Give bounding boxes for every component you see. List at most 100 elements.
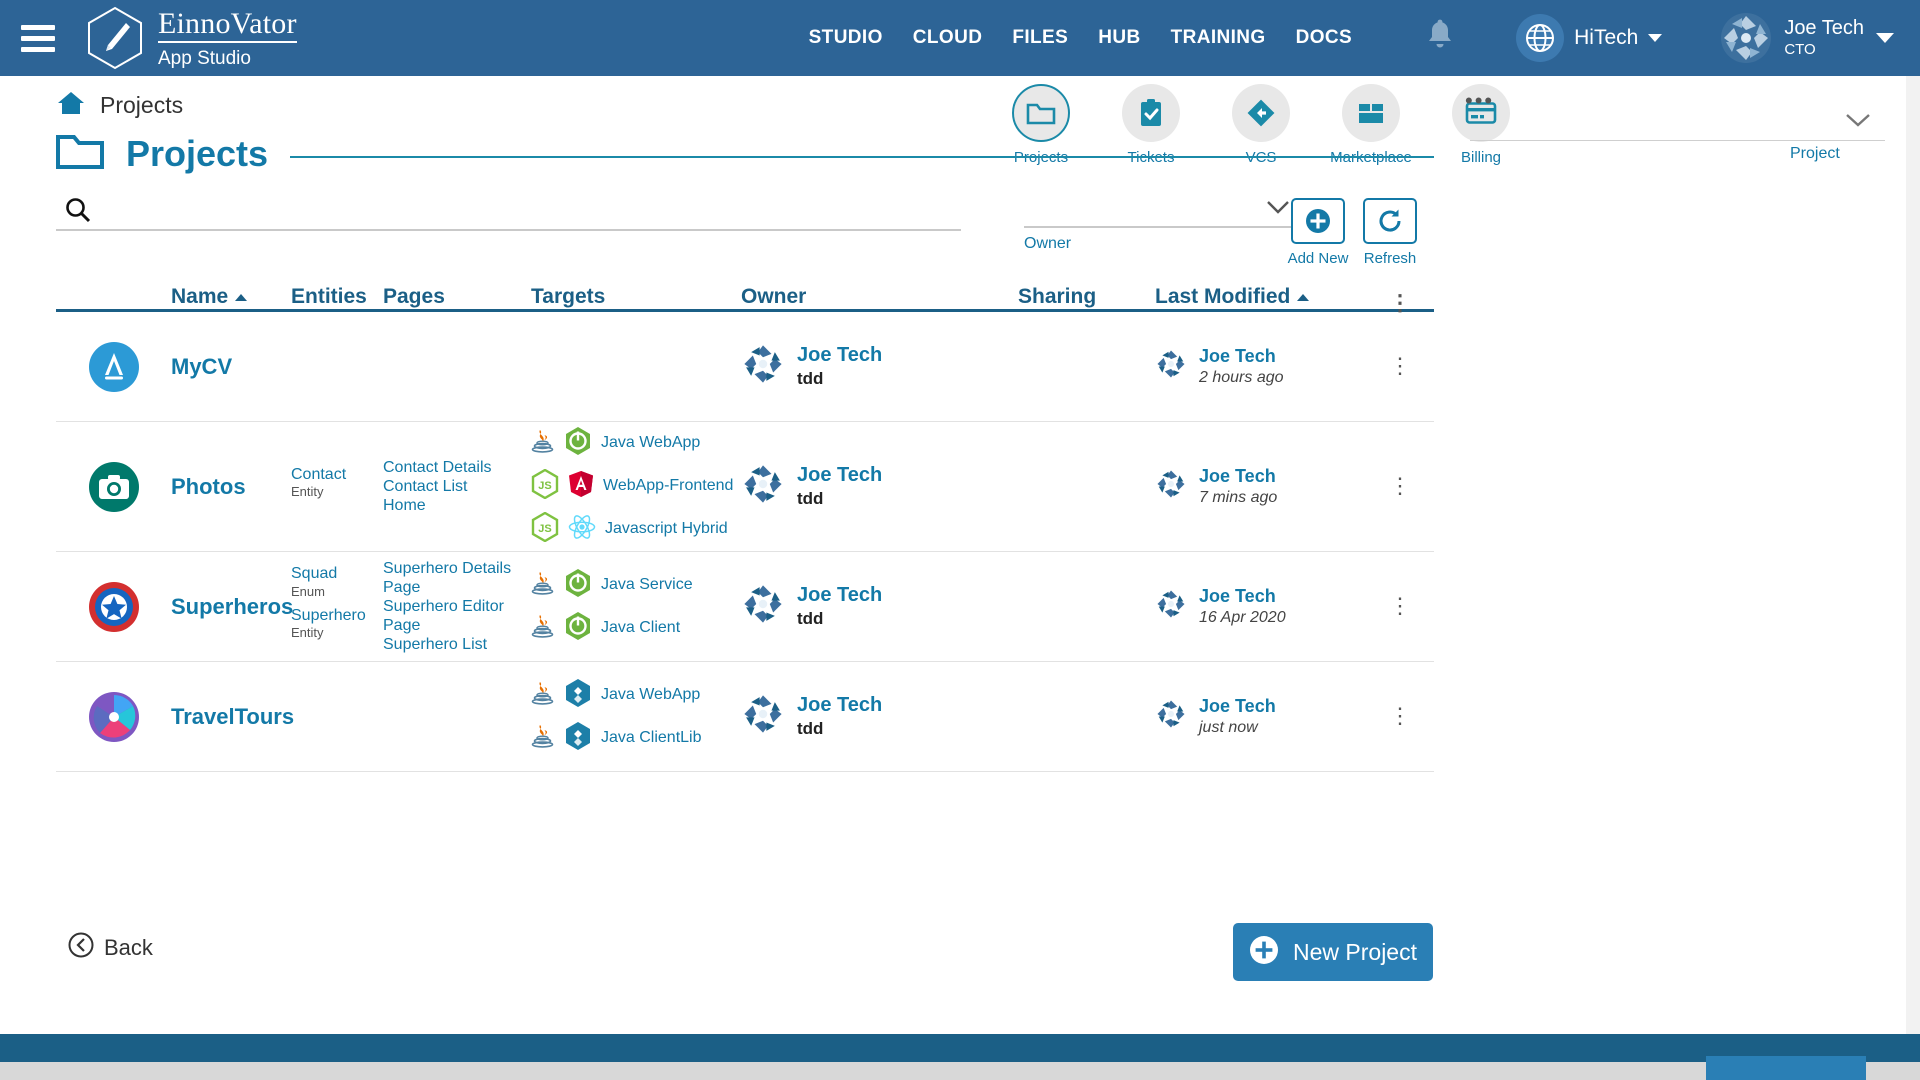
page-link[interactable]: Superhero Details Page: [383, 559, 531, 597]
travel-icon[interactable]: [56, 691, 171, 743]
page-link[interactable]: Contact List: [383, 477, 531, 496]
app-root: EinnoVator App Studio STUDIO CLOUD FILES…: [0, 0, 1920, 1080]
modified-by-name[interactable]: Joe Tech: [1199, 345, 1284, 368]
target-item[interactable]: Java ClientLib: [531, 721, 741, 756]
target-item[interactable]: Java WebApp: [531, 678, 741, 713]
tenant-selector[interactable]: HiTech: [1516, 14, 1663, 62]
refresh-button[interactable]: Refresh: [1362, 198, 1418, 267]
th-sharing[interactable]: Sharing: [1018, 285, 1155, 309]
kebab-icon[interactable]: ⋮: [1389, 595, 1411, 617]
shield-star-icon[interactable]: [56, 581, 171, 633]
owner-person[interactable]: Joe Tech tdd: [741, 692, 1018, 741]
target-label[interactable]: Java Service: [601, 576, 693, 594]
page-link[interactable]: Contact Details: [383, 458, 531, 477]
nav-cloud[interactable]: CLOUD: [913, 27, 983, 49]
right-panel-chevron-down-icon[interactable]: [1845, 112, 1871, 133]
owner-name[interactable]: Joe Tech: [797, 343, 882, 368]
target-item[interactable]: Java WebApp: [531, 426, 741, 461]
table-row[interactable]: Photos Contact Entity Contact Details Contac…: [56, 422, 1434, 552]
target-label[interactable]: WebApp-Frontend: [603, 477, 733, 495]
modified-by-name[interactable]: Joe Tech: [1199, 585, 1286, 608]
owner-person[interactable]: Joe Tech tdd: [741, 462, 1018, 511]
target-label[interactable]: Java Client: [601, 619, 680, 637]
nav-docs[interactable]: DOCS: [1296, 27, 1353, 49]
target-label[interactable]: Javascript Hybrid: [605, 520, 728, 538]
breadcrumb-projects[interactable]: Projects: [100, 92, 183, 119]
target-label[interactable]: Java ClientLib: [601, 729, 702, 747]
owner-person[interactable]: Joe Tech tdd: [741, 342, 1018, 391]
vertical-scrollbar[interactable]: [1906, 76, 1920, 1080]
home-icon[interactable]: [56, 90, 86, 121]
nodejs-icon: JS: [531, 468, 559, 504]
target-item[interactable]: JS WebApp-Frontend: [531, 468, 741, 504]
brand-logo[interactable]: EinnoVator App Studio: [86, 6, 297, 70]
back-arrow-icon: [68, 932, 94, 963]
java-icon: [531, 570, 555, 601]
modified-by-person[interactable]: Joe Tech 16 Apr 2020: [1155, 585, 1375, 628]
th-name[interactable]: Name: [171, 285, 291, 309]
nodejs-icon: JS: [531, 511, 559, 547]
add-new-button[interactable]: Add New: [1288, 198, 1348, 267]
kebab-icon[interactable]: ⋮: [1389, 475, 1411, 497]
new-project-button[interactable]: New Project: [1233, 923, 1433, 981]
row-overflow-menu[interactable]: ⋮: [1375, 355, 1425, 377]
modified-by-person[interactable]: Joe Tech just now: [1155, 695, 1375, 738]
target-label[interactable]: Java WebApp: [601, 686, 700, 704]
nav-files[interactable]: FILES: [1012, 27, 1068, 49]
modified-by-name[interactable]: Joe Tech: [1199, 695, 1276, 718]
row-overflow-menu[interactable]: ⋮: [1375, 705, 1425, 727]
owner-name[interactable]: Joe Tech: [797, 583, 882, 608]
table-row[interactable]: MyCV Joe Tech tdd Joe Tech 2 hours ago ⋮: [56, 312, 1434, 422]
th-entities[interactable]: Entities: [291, 285, 383, 309]
nav-training[interactable]: TRAINING: [1171, 27, 1266, 49]
kebab-icon[interactable]: ⋮: [1389, 705, 1411, 727]
owner-name[interactable]: Joe Tech: [797, 693, 882, 718]
sort-asc-icon: [235, 293, 248, 301]
kebab-icon[interactable]: ⋮: [1389, 355, 1411, 377]
search-input[interactable]: [56, 192, 961, 231]
entity-link[interactable]: Contact: [291, 466, 383, 484]
owner-name[interactable]: Joe Tech: [797, 463, 882, 488]
project-name-link[interactable]: MyCV: [171, 354, 291, 380]
modified-by-person[interactable]: Joe Tech 2 hours ago: [1155, 345, 1375, 388]
owner-filter[interactable]: Owner: [1024, 192, 1306, 252]
notifications-bell-icon[interactable]: [1424, 19, 1456, 58]
appstore-icon[interactable]: [56, 341, 171, 393]
row-overflow-menu[interactable]: ⋮: [1375, 475, 1425, 497]
nav-hub[interactable]: HUB: [1098, 27, 1140, 49]
user-menu[interactable]: Joe Tech CTO: [1720, 12, 1894, 64]
entity-link[interactable]: Superhero: [291, 607, 383, 625]
back-button[interactable]: Back: [68, 932, 153, 963]
th-overflow[interactable]: ⋮: [1375, 291, 1425, 313]
hamburger-menu-icon[interactable]: [0, 24, 76, 52]
target-item[interactable]: Java Client: [531, 611, 741, 646]
page-link[interactable]: Home: [383, 496, 531, 515]
target-item[interactable]: JS Javascript Hybrid: [531, 511, 741, 547]
th-owner[interactable]: Owner: [741, 285, 1018, 309]
project-name-link[interactable]: Superheros: [171, 594, 293, 620]
camera-icon[interactable]: [56, 461, 171, 513]
project-name-link[interactable]: Photos: [171, 474, 291, 500]
modified-by-name[interactable]: Joe Tech: [1199, 465, 1277, 488]
row-overflow-menu[interactable]: ⋮: [1375, 595, 1425, 617]
nav-studio[interactable]: STUDIO: [809, 27, 883, 49]
user-name: Joe Tech: [1784, 17, 1864, 40]
right-panel-overflow-icon[interactable]: •••: [1465, 88, 1494, 114]
owner-person[interactable]: Joe Tech tdd: [741, 582, 1018, 631]
java-icon: [531, 680, 555, 711]
modified-by-person[interactable]: Joe Tech 7 mins ago: [1155, 465, 1375, 508]
table-row[interactable]: Superheros Squad Enum Superhero Entity Superh…: [56, 552, 1434, 662]
entity-link[interactable]: Squad: [291, 565, 383, 583]
th-pages[interactable]: Pages: [383, 285, 531, 309]
target-item[interactable]: Java Service: [531, 568, 741, 603]
th-last-modified[interactable]: Last Modified: [1155, 285, 1375, 309]
owner-select[interactable]: [1024, 192, 1306, 228]
project-name-link[interactable]: TravelTours: [171, 704, 294, 730]
page-link[interactable]: Superhero Editor Page: [383, 597, 531, 635]
table-row[interactable]: TravelTours Java WebApp Java ClientLib Joe …: [56, 662, 1434, 772]
page-link[interactable]: Superhero List: [383, 635, 531, 654]
target-label[interactable]: Java WebApp: [601, 434, 700, 452]
owner-chevron-down-icon[interactable]: [1266, 200, 1290, 219]
th-targets[interactable]: Targets: [531, 285, 741, 309]
owner-avatar: [741, 342, 785, 391]
